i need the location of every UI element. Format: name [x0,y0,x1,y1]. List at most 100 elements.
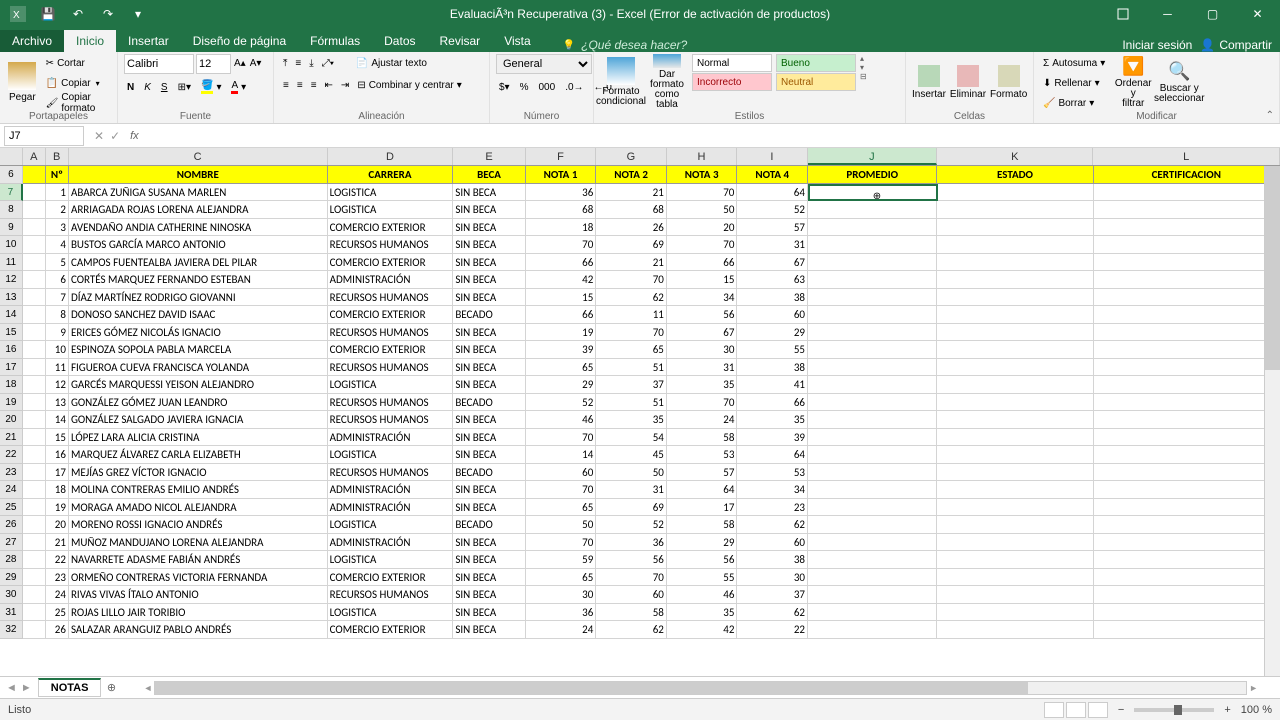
align-bottom-button[interactable]: ⤓ [306,54,316,72]
cell[interactable]: 64 [737,184,808,202]
cell[interactable] [23,604,46,622]
cell[interactable] [23,569,46,587]
cell[interactable] [23,289,46,307]
cell[interactable] [23,429,46,447]
cell[interactable] [1094,481,1280,499]
cell[interactable] [938,184,1094,202]
cell[interactable]: SIN BECA [453,604,525,622]
cell[interactable]: 26 [596,219,667,237]
cell[interactable]: 11 [46,359,69,377]
cell[interactable]: SIN BECA [453,376,525,394]
cell[interactable] [937,219,1093,237]
cell[interactable]: SIN BECA [453,429,525,447]
cell[interactable]: 21 [46,534,69,552]
cell[interactable]: 56 [596,551,667,569]
cell[interactable]: SIN BECA [453,411,525,429]
cell[interactable]: 56 [667,551,738,569]
enter-formula-icon[interactable]: ✓ [110,129,120,143]
cell[interactable]: LOGISTICA [328,516,454,534]
cell[interactable] [937,324,1093,342]
format-painter-button[interactable]: 🖌Copiar formato [43,94,111,112]
row-header[interactable]: 26 [0,516,23,534]
cell[interactable] [937,254,1093,272]
cell[interactable]: 14 [46,411,69,429]
ribbon-options-icon[interactable] [1100,0,1145,28]
cell[interactable]: DÍAZ MARTÍNEZ RODRIGO GIOVANNI [69,289,328,307]
orientation-button[interactable]: ⤢▾ [319,54,337,72]
tab-insertar[interactable]: Insertar [116,30,181,52]
header-cell[interactable]: CARRERA [328,166,454,184]
cell[interactable]: 70 [667,394,738,412]
cell[interactable] [23,481,46,499]
cell[interactable]: 57 [737,219,808,237]
cell[interactable]: 68 [526,201,597,219]
cell[interactable] [937,516,1093,534]
cell[interactable]: 1 [46,184,69,202]
cell[interactable]: SIN BECA [453,271,525,289]
style-normal[interactable]: Normal [692,54,772,72]
cell[interactable] [937,201,1093,219]
header-cell[interactable]: Nº [46,166,69,184]
row-header[interactable]: 10 [0,236,23,254]
cell[interactable]: 36 [526,604,597,622]
undo-icon[interactable]: ↶ [66,2,90,26]
cell[interactable]: SIN BECA [453,254,525,272]
row-header[interactable]: 21 [0,429,23,447]
cell[interactable]: 60 [596,586,667,604]
cell[interactable] [1094,219,1280,237]
cell[interactable]: 29 [667,534,738,552]
cell[interactable] [808,446,937,464]
tab-diseno[interactable]: Diseño de página [181,30,298,52]
cell[interactable]: MORENO ROSSI IGNACIO ANDRÉS [69,516,328,534]
cell[interactable]: COMERCIO EXTERIOR [328,254,454,272]
cell[interactable]: 70 [526,534,597,552]
cell[interactable]: ERICES GÓMEZ NICOLÁS IGNACIO [69,324,328,342]
cell[interactable]: 64 [737,446,808,464]
cell[interactable]: LOGISTICA [328,184,454,202]
cell[interactable]: 15 [46,429,69,447]
view-pagebreak-button[interactable] [1088,702,1108,718]
cell[interactable]: 9 [46,324,69,342]
cell[interactable]: 31 [737,236,808,254]
row-header[interactable]: 15 [0,324,23,342]
cell[interactable]: 46 [526,411,597,429]
cell[interactable] [937,271,1093,289]
underline-button[interactable]: S [158,78,171,96]
cell[interactable] [23,499,46,517]
cell[interactable]: 70 [596,324,667,342]
tell-me-search[interactable]: ¿Qué desea hacer? [563,38,688,52]
styles-up-icon[interactable]: ▴ [860,54,867,63]
cell[interactable]: 29 [526,376,597,394]
cell[interactable]: SIN BECA [453,289,525,307]
row-header[interactable]: 19 [0,394,23,412]
cell[interactable]: 66 [526,306,597,324]
row-header[interactable]: 16 [0,341,23,359]
cell[interactable]: LÓPEZ LARA ALICIA CRISTINA [69,429,328,447]
row-header[interactable]: 6 [0,166,23,184]
view-normal-button[interactable] [1044,702,1064,718]
cell[interactable] [808,236,937,254]
cell[interactable]: SIN BECA [453,551,525,569]
number-format-select[interactable]: General [496,54,592,74]
clear-button[interactable]: 🧹Borrar▾ [1040,94,1108,112]
cell[interactable]: 17 [46,464,69,482]
italic-button[interactable]: K [141,78,154,96]
cell[interactable]: 18 [526,219,597,237]
tab-archivo[interactable]: Archivo [0,30,64,52]
row-header[interactable]: 17 [0,359,23,377]
format-table-button[interactable]: Dar formato como tabla [646,54,688,110]
cell[interactable]: LOGISTICA [328,201,454,219]
row-header[interactable]: 28 [0,551,23,569]
cell[interactable]: MOLINA CONTRERAS EMILIO ANDRÉS [69,481,328,499]
cell[interactable]: 62 [596,289,667,307]
cell[interactable]: 70 [526,429,597,447]
cell[interactable] [808,394,937,412]
redo-icon[interactable]: ↷ [96,2,120,26]
cell[interactable]: 19 [526,324,597,342]
row-header[interactable]: 31 [0,604,23,622]
cell[interactable]: SIN BECA [453,324,525,342]
cell[interactable] [937,394,1093,412]
cell[interactable] [937,446,1093,464]
cell[interactable] [808,376,937,394]
add-sheet-button[interactable]: ⊕ [101,681,121,694]
